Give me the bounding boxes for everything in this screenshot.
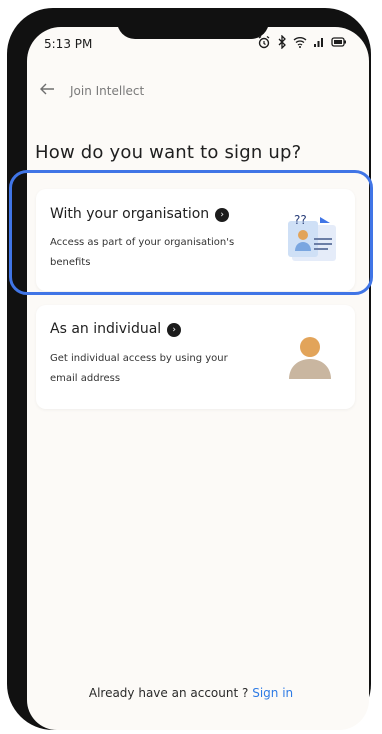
wifi-icon xyxy=(293,36,307,51)
signin-prompt: Already have an account ? xyxy=(88,686,249,700)
signin-footer: Already have an account ? Sign in xyxy=(0,686,382,700)
option-individual-title: As an individual › xyxy=(50,321,182,337)
bluetooth-icon xyxy=(277,33,287,52)
chevron-right-icon: › xyxy=(167,323,182,337)
signal-icon xyxy=(313,36,325,51)
battery-icon xyxy=(331,36,347,51)
selection-highlight xyxy=(9,170,373,295)
status-time: 5:13 PM xyxy=(44,37,93,51)
option-individual-card[interactable]: As an individual › Get individual access … xyxy=(36,305,355,409)
signin-link[interactable]: Sign in xyxy=(252,686,293,700)
option-individual-description: Get individual access by using your emai… xyxy=(50,353,228,384)
camera-notch xyxy=(117,19,269,39)
status-icons xyxy=(257,33,347,52)
person-icon xyxy=(289,337,331,379)
page-title: How do you want to sign up? xyxy=(35,142,302,163)
option-individual-title-text: As an individual xyxy=(50,321,162,337)
back-arrow-icon[interactable] xyxy=(38,82,56,100)
back-label[interactable]: Join Intellect xyxy=(70,84,144,98)
